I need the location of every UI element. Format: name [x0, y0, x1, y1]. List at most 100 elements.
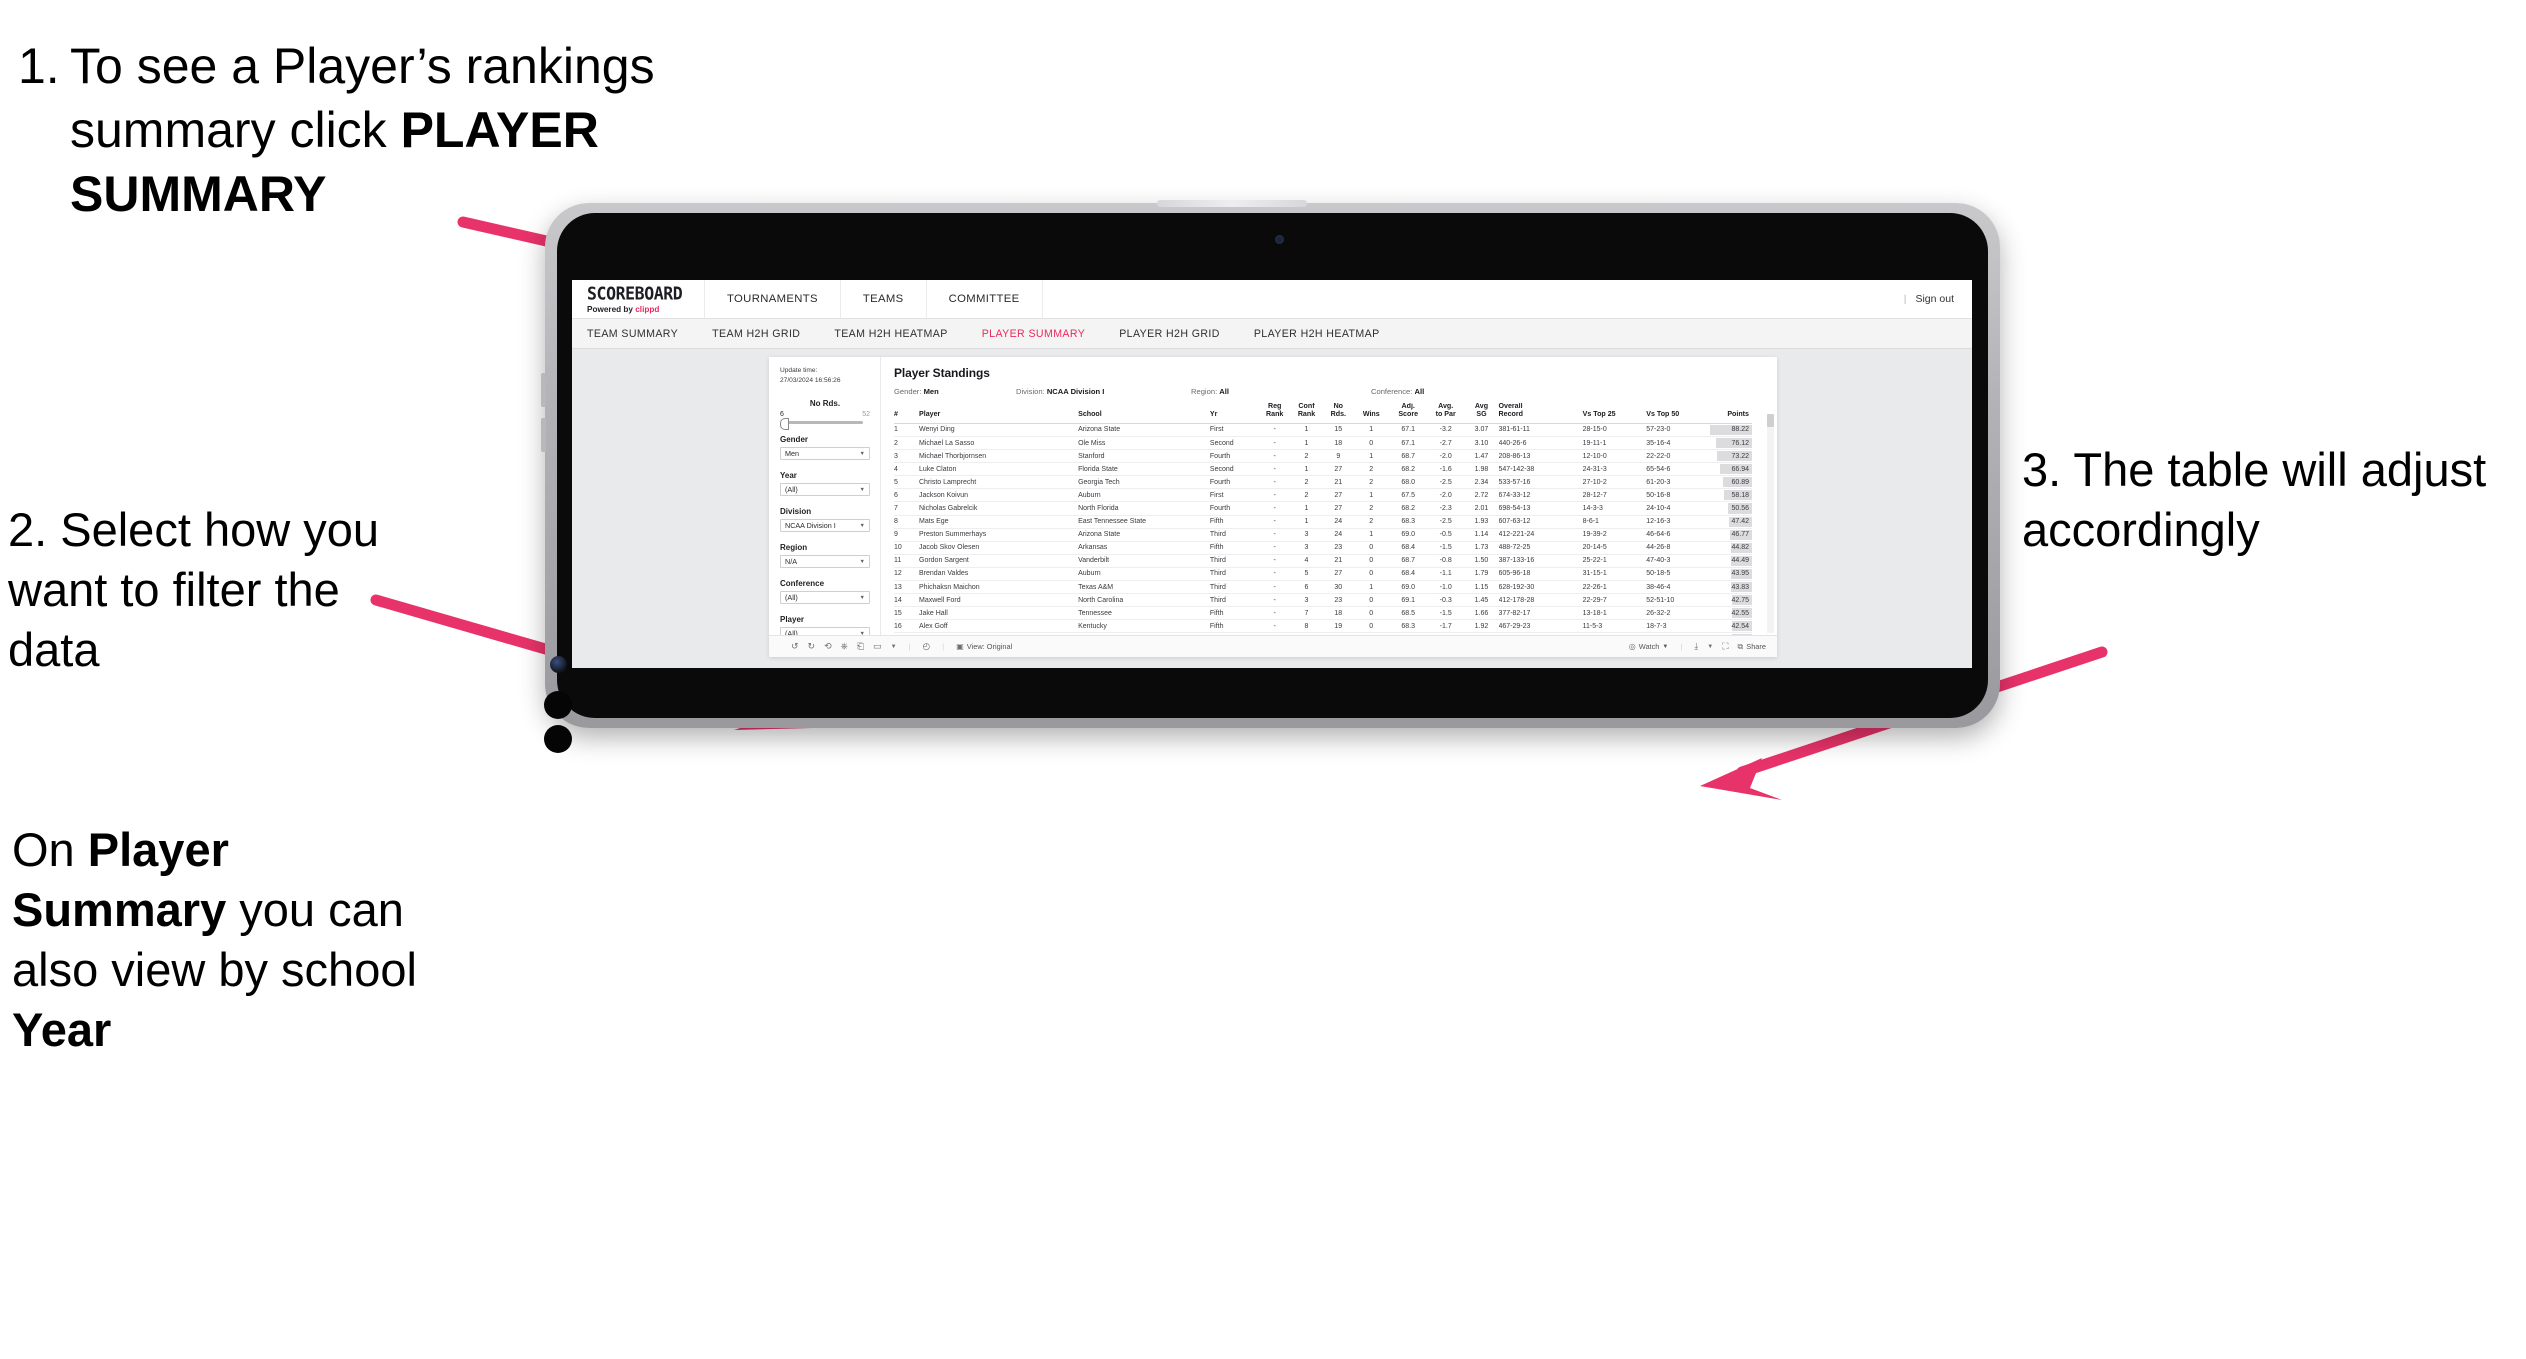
cell-no-rds: 23: [1323, 593, 1354, 608]
col-reg-rank[interactable]: Reg Rank: [1259, 403, 1290, 424]
cell-avg-to-par: -2.7: [1426, 436, 1465, 451]
filter-division-select[interactable]: NCAA Division I ▼: [780, 519, 870, 533]
redo-icon[interactable]: ↻: [808, 642, 816, 651]
table-row[interactable]: 14 Maxwell Ford North Carolina Third -3 23 0 69…: [894, 593, 1752, 608]
table-row[interactable]: 13 Phichaksn Maichon Texas A&M Third -6 30 1 69…: [894, 580, 1752, 595]
cell-school: Ole Miss: [1078, 436, 1210, 451]
table-row[interactable]: 7 Nicholas Gabrelcik North Florida Fourth -1…: [894, 501, 1752, 516]
table-row[interactable]: 11 Gordon Sargent Vanderbilt Third -4 21 0 68.7…: [894, 554, 1752, 568]
toolbar-divider-2: |: [942, 642, 945, 651]
col-yr[interactable]: Yr: [1209, 403, 1260, 424]
view-icon: ▣: [956, 641, 964, 651]
filter-region-select[interactable]: N/A ▼: [780, 555, 870, 569]
col-rank[interactable]: #: [894, 403, 919, 424]
sign-out-link[interactable]: Sign out: [1915, 293, 1954, 305]
annotation-note-bold-2: Year: [12, 1003, 112, 1057]
meta-division-value: NCAA Division I: [1046, 387, 1105, 396]
download-icon[interactable]: ⤓: [1694, 642, 1698, 651]
points-value: 46.77: [1731, 531, 1749, 539]
col-player[interactable]: Player: [919, 403, 1079, 424]
table-row[interactable]: 9 Preston Summerhays Arizona State Third -3 2…: [894, 528, 1752, 542]
col-avg-to-par[interactable]: Avg. to Par: [1426, 403, 1465, 424]
cell-overall-record: 208-86-13: [1498, 449, 1583, 464]
no-rounds-slider[interactable]: [780, 417, 863, 430]
revert-icon[interactable]: ⟲: [824, 642, 832, 651]
cell-reg-rank: -: [1259, 541, 1290, 555]
cell-avg-sg: 1.50: [1464, 554, 1499, 568]
points-value: 44.49: [1731, 557, 1749, 565]
table-row[interactable]: 10 Jacob Skov Olesen Arkansas Fifth -3 23 0 68.…: [894, 541, 1752, 555]
filter-gender-select[interactable]: Men ▼: [780, 447, 870, 461]
subnav-player-h2h-grid[interactable]: PLAYER H2H GRID: [1119, 328, 1220, 340]
col-school[interactable]: School: [1078, 403, 1210, 424]
alerts-icon[interactable]: ▭: [873, 642, 882, 651]
col-adj-score[interactable]: Adj. Score: [1389, 403, 1427, 424]
subnav-team-h2h-grid[interactable]: TEAM H2H GRID: [712, 328, 800, 340]
table-row[interactable]: 1 Wenyi Ding Arizona State First -1 15 1 67.1 -3…: [894, 423, 1752, 437]
table-row[interactable]: 3 Michael Thorbjornsen Stanford Fourth -2 9 1 6…: [894, 449, 1752, 464]
col-wins[interactable]: Wins: [1353, 403, 1390, 424]
filter-conference-label: Conference: [780, 579, 825, 589]
filter-year-select[interactable]: (All) ▼: [780, 483, 870, 497]
undo-icon[interactable]: ↺: [791, 642, 799, 651]
table-scrollbar-thumb[interactable]: [1767, 414, 1774, 427]
pause-icon[interactable]: ◴: [922, 642, 930, 651]
table-row[interactable]: 2 Michael La Sasso Ole Miss Second -1 18 0 67.1…: [894, 436, 1752, 451]
col-overall-record[interactable]: Overall Record: [1498, 403, 1583, 424]
pause-auto-update-icon[interactable]: ⎈: [841, 642, 848, 651]
table-scrollbar-track[interactable]: [1767, 414, 1774, 633]
tablet-device-mockup: SCOREBOARD Powered by clippd TOURNAMENTS…: [541, 200, 2000, 753]
table-row[interactable]: 5 Christo Lamprecht Georgia Tech Fourth -2 21…: [894, 475, 1752, 490]
table-row[interactable]: 8 Mats Ege East Tennessee State Fifth -1 24 2 6…: [894, 515, 1752, 529]
no-rounds-slider-handle[interactable]: [780, 417, 789, 430]
cell-: 1: [894, 423, 919, 437]
nav-teams[interactable]: TEAMS: [841, 280, 927, 318]
cell-yr: Second: [1209, 462, 1260, 477]
col-no-rds[interactable]: No Rds.: [1323, 403, 1354, 424]
refresh-data-icon[interactable]: ⎗: [857, 642, 864, 651]
cell-wins: 1: [1353, 423, 1390, 437]
table-row[interactable]: 17David FordNorth CarolinaThird-421169.0…: [894, 632, 1752, 635]
cell-player: Maxwell Ford: [919, 593, 1079, 608]
watch-button[interactable]: ◎ Watch ▼: [1629, 642, 1669, 651]
subnav-player-h2h-heatmap[interactable]: PLAYER H2H HEATMAP: [1254, 328, 1380, 340]
subnav-team-summary[interactable]: TEAM SUMMARY: [587, 328, 678, 340]
tablet-side-button-1[interactable]: [541, 373, 546, 407]
filter-conference-select[interactable]: (All) ▼: [780, 591, 870, 605]
cell-wins: 0: [1353, 554, 1390, 568]
col-avg-sg[interactable]: Avg SG: [1464, 403, 1499, 424]
powered-brand: clippd: [635, 305, 660, 314]
table-row[interactable]: 16 Alex Goff Kentucky Fifth -8 19 0 68.3 -1.7 1.9…: [894, 619, 1752, 634]
subnav-team-h2h-heatmap[interactable]: TEAM H2H HEATMAP: [834, 328, 947, 340]
cell-avg-sg: 1.47: [1464, 632, 1499, 635]
col-conf-rank[interactable]: Conf Rank: [1289, 403, 1324, 424]
cell-vs-top-25: 27-10-2: [1582, 475, 1647, 490]
table-row[interactable]: 6 Jackson Koivun Auburn First -2 27 1 67.5 -2.0 2…: [894, 488, 1752, 503]
table-row[interactable]: 15 Jake Hall Tennessee Fifth -7 18 0 68.5 -1.5 1.…: [894, 606, 1752, 621]
col-vs-top-25[interactable]: Vs Top 25: [1582, 403, 1647, 424]
nav-committee[interactable]: COMMITTEE: [927, 280, 1043, 318]
col-points[interactable]: Points: [1709, 403, 1752, 424]
fullscreen-icon[interactable]: ⛶: [1722, 642, 1728, 651]
page-title: Player Standings: [894, 366, 990, 380]
cell-adj-score: 68.2: [1389, 501, 1427, 516]
chevron-down-icon[interactable]: ▼: [1707, 644, 1713, 650]
nav-tournaments[interactable]: TOURNAMENTS: [705, 280, 841, 318]
cell-overall-record: 698-54-13: [1498, 501, 1583, 516]
chevron-down-icon[interactable]: ▼: [891, 644, 897, 650]
cell-avg-sg: 1.14: [1464, 528, 1499, 542]
cell-conf-rank: 5: [1289, 567, 1324, 582]
col-vs-top-50[interactable]: Vs Top 50: [1646, 403, 1710, 424]
cell-avg-to-par: -2.5: [1426, 475, 1465, 490]
subnav-player-summary[interactable]: PLAYER SUMMARY: [982, 328, 1086, 340]
brand-logo[interactable]: SCOREBOARD Powered by clippd: [572, 280, 705, 318]
tablet-side-button-2[interactable]: [541, 418, 546, 452]
view-original-button[interactable]: ▣ View: Original: [956, 642, 1012, 651]
cell-vs-top-25: 31-15-1: [1582, 567, 1647, 582]
annotation-step-2: 2. Select how you want to filter the dat…: [8, 503, 379, 677]
cell-vs-top-25: 24-31-3: [1582, 462, 1647, 477]
table-row[interactable]: 12 Brendan Valdes Auburn Third -5 27 0 68.4 -1.1…: [894, 567, 1752, 582]
tablet-top-speaker: [1157, 200, 1307, 207]
share-button[interactable]: ⧉ Share: [1738, 642, 1766, 651]
table-row[interactable]: 4 Luke Claton Florida State Second -1 27 2 68.2…: [894, 462, 1752, 477]
